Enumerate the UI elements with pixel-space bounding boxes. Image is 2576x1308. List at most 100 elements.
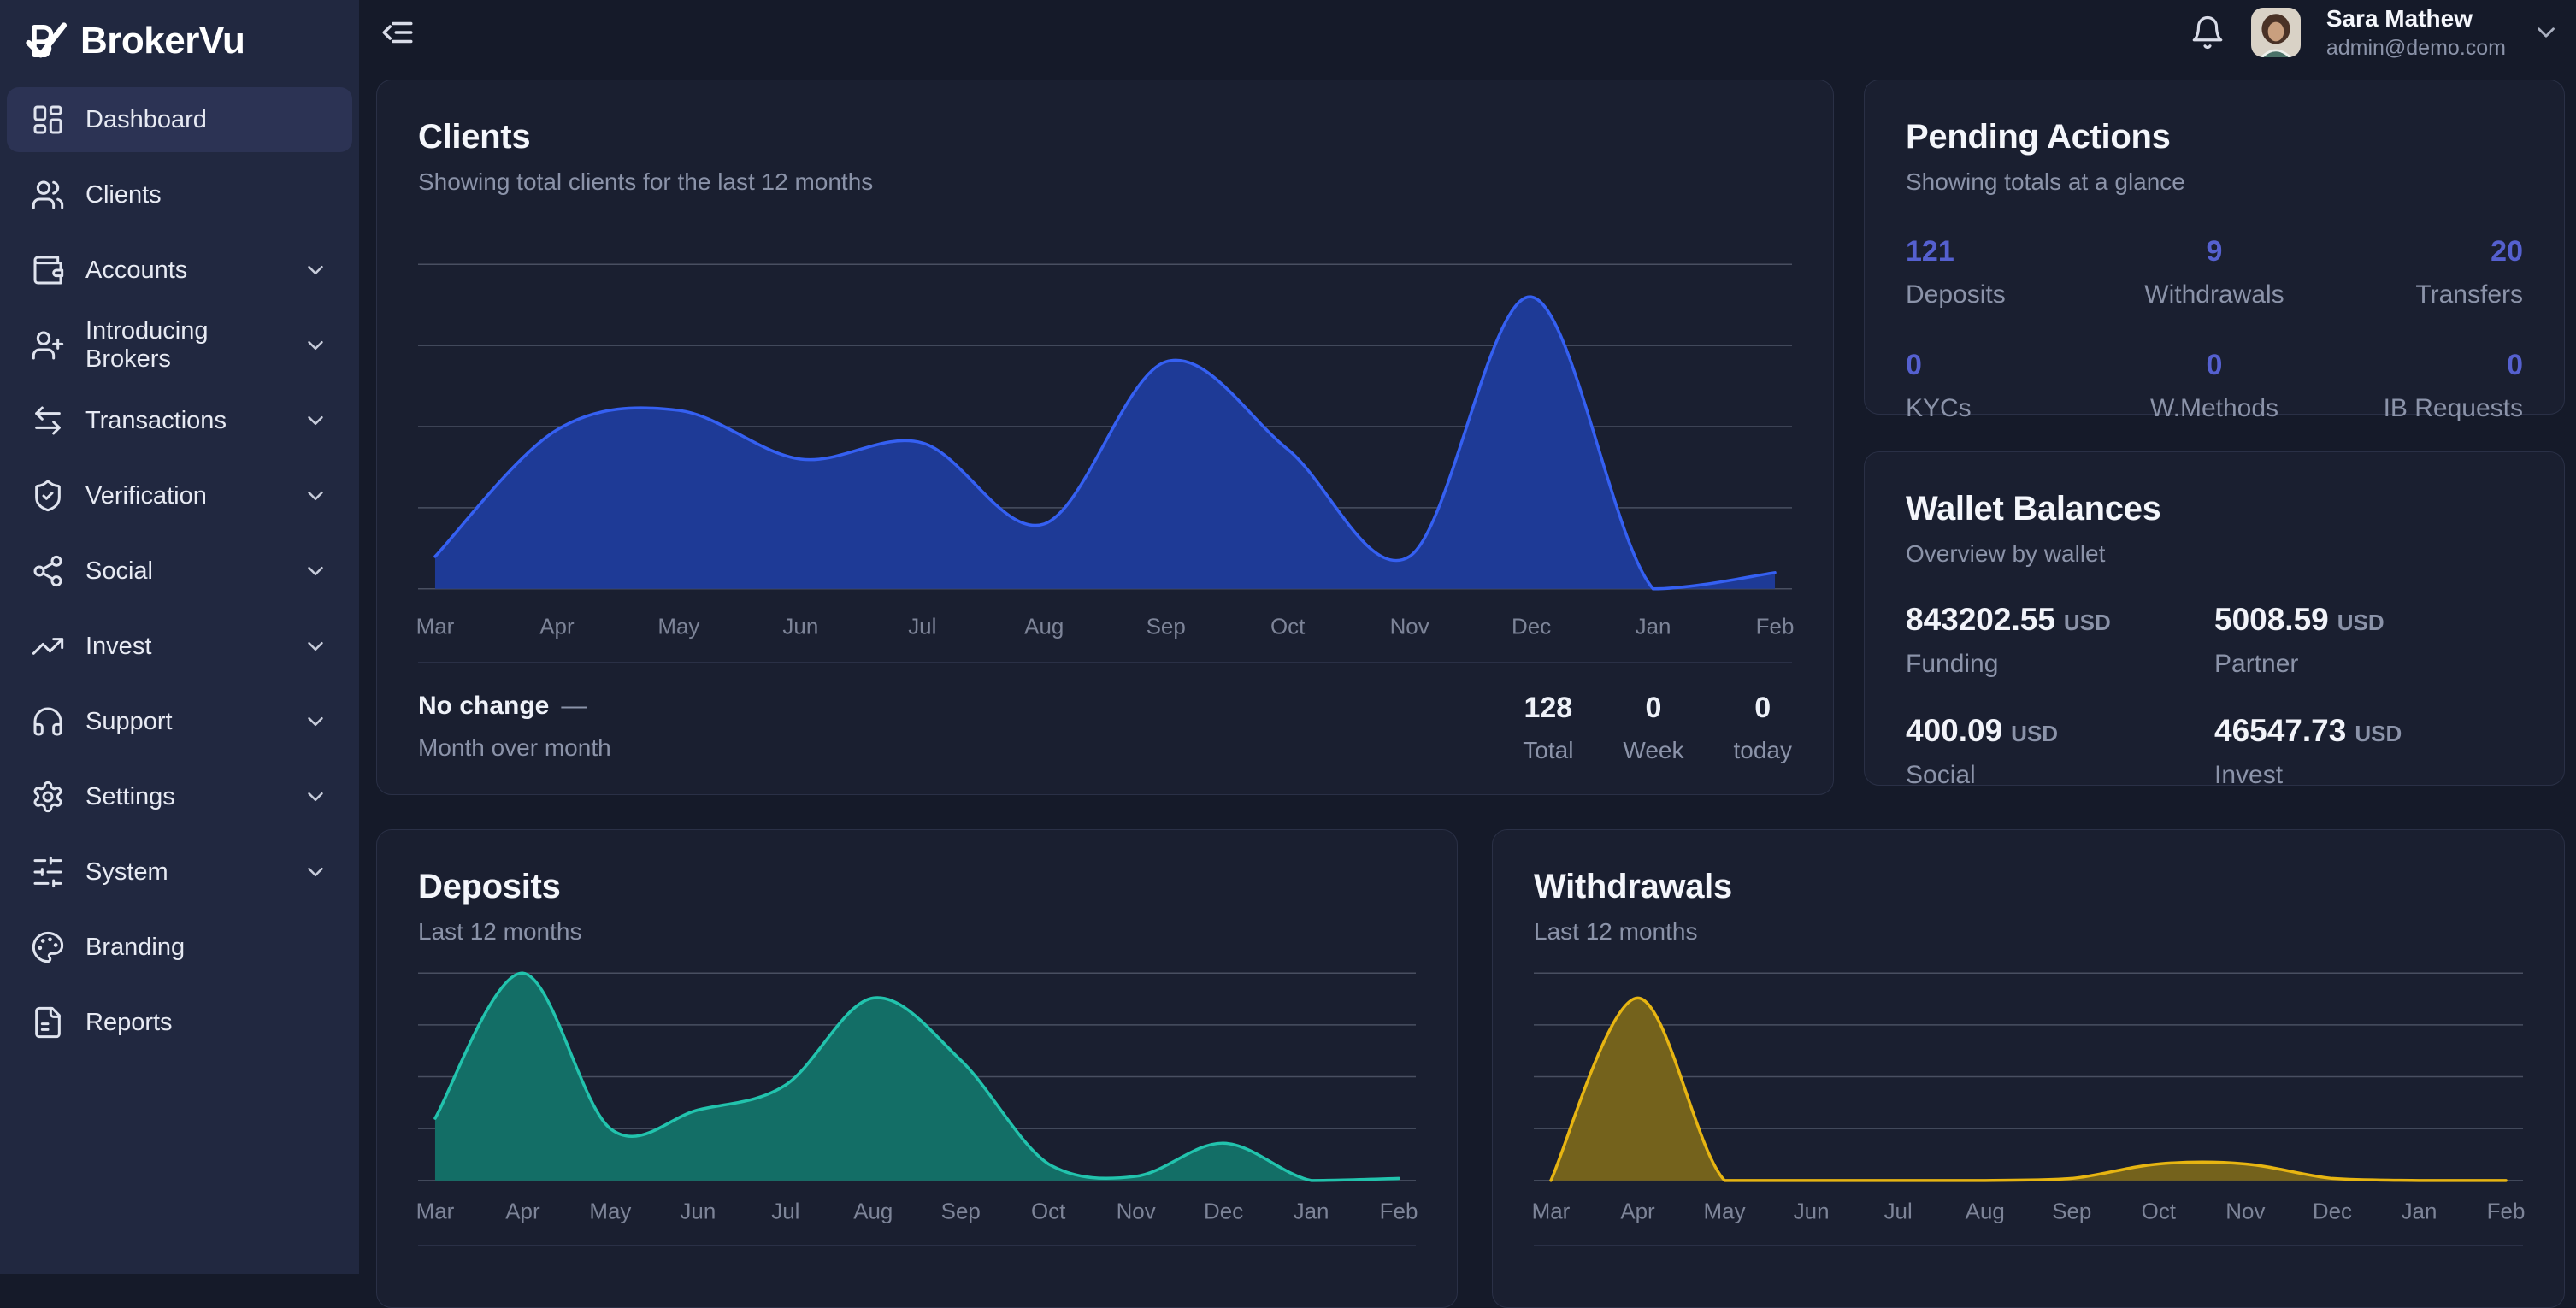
wallet-balances-card: Wallet Balances Overview by wallet 84320… bbox=[1864, 451, 2565, 786]
collapse-sidebar-icon bbox=[380, 15, 416, 50]
sidebar-item-transactions[interactable]: Transactions bbox=[7, 388, 352, 453]
sidebar-item-accounts[interactable]: Accounts bbox=[7, 238, 352, 303]
svg-text:May: May bbox=[657, 614, 699, 639]
sidebar-item-label: Settings bbox=[85, 783, 175, 811]
sidebar-item-label: Support bbox=[85, 708, 173, 736]
svg-text:Sep: Sep bbox=[2052, 1200, 2091, 1224]
sidebar-item-social[interactable]: Social bbox=[7, 539, 352, 604]
svg-text:Mar: Mar bbox=[1532, 1200, 1571, 1224]
users-icon bbox=[31, 178, 65, 212]
sidebar-item-support[interactable]: Support bbox=[7, 689, 352, 754]
sidebar-item-branding[interactable]: Branding bbox=[7, 915, 352, 980]
clients-change-label: No change— bbox=[418, 692, 611, 721]
svg-text:Jan: Jan bbox=[2402, 1200, 2437, 1224]
svg-text:Mar: Mar bbox=[416, 1200, 455, 1224]
pending-actions-card: Pending Actions Showing totals at a glan… bbox=[1864, 80, 2565, 415]
sidebar-item-label: System bbox=[85, 858, 168, 887]
bell-icon bbox=[2190, 15, 2225, 50]
clients-change-caption: Month over month bbox=[418, 734, 611, 762]
deposits-card-subtitle: Last 12 months bbox=[418, 918, 1416, 946]
sidebar-item-system[interactable]: System bbox=[7, 840, 352, 904]
pending-actions-grid: 121 Deposits 9 Withdrawals 20 Transfers bbox=[1906, 235, 2523, 423]
clients-stat-total: 128 Total bbox=[1523, 692, 1573, 764]
deposits-area-chart: MarAprMayJunJulAugSepOctNovDecJanFeb bbox=[418, 966, 1416, 1223]
wallet-balances-title: Wallet Balances bbox=[1906, 490, 2523, 528]
svg-text:Feb: Feb bbox=[1380, 1200, 1418, 1224]
svg-text:Jan: Jan bbox=[1294, 1200, 1329, 1224]
wallet-balance-partner: 5008.59USD Partner bbox=[2214, 602, 2523, 679]
sidebar-nav: Dashboard Clients Accounts bbox=[0, 82, 359, 1060]
clients-card-footer: No change— Month over month 128 Total 0 bbox=[418, 663, 1792, 764]
chevron-down-icon bbox=[303, 633, 328, 659]
sidebar-item-verification[interactable]: Verification bbox=[7, 463, 352, 528]
clients-card: Clients Showing total clients for the la… bbox=[376, 80, 1834, 795]
sidebar-item-settings[interactable]: Settings bbox=[7, 764, 352, 829]
pending-actions-subtitle: Showing totals at a glance bbox=[1906, 168, 2523, 196]
deposits-card-title: Deposits bbox=[418, 868, 1416, 906]
svg-text:Feb: Feb bbox=[2487, 1200, 2526, 1224]
sidebar-item-reports[interactable]: Reports bbox=[7, 990, 352, 1055]
svg-text:Dec: Dec bbox=[2313, 1200, 2352, 1224]
svg-text:Jun: Jun bbox=[782, 614, 818, 639]
app-root: BrokerVu Dashboard Clients bbox=[0, 0, 2576, 1274]
sidebar-collapse-button[interactable] bbox=[380, 15, 416, 50]
wallet-icon bbox=[31, 253, 65, 287]
brand-logo[interactable]: BrokerVu bbox=[0, 0, 359, 82]
clients-card-title: Clients bbox=[418, 118, 1792, 156]
svg-text:Jul: Jul bbox=[908, 614, 936, 639]
svg-text:Sep: Sep bbox=[941, 1200, 981, 1224]
sidebar-item-dashboard[interactable]: Dashboard bbox=[7, 87, 352, 152]
chevron-down-icon[interactable] bbox=[2532, 18, 2561, 47]
svg-text:May: May bbox=[589, 1200, 631, 1224]
svg-text:Oct: Oct bbox=[1270, 614, 1306, 639]
pending-stat-ib-requests: 0 IB Requests bbox=[2317, 349, 2523, 423]
user-name: Sara Mathew bbox=[2326, 5, 2506, 32]
sidebar-item-label: Transactions bbox=[85, 407, 227, 435]
wallet-balances-subtitle: Overview by wallet bbox=[1906, 540, 2523, 568]
withdrawals-card-title: Withdrawals bbox=[1534, 868, 2523, 906]
headphones-icon bbox=[31, 704, 65, 739]
sidebar-item-clients[interactable]: Clients bbox=[7, 162, 352, 227]
sliders-icon bbox=[31, 855, 65, 889]
deposits-footer-divider bbox=[418, 1245, 1416, 1246]
chevron-down-icon bbox=[303, 483, 328, 509]
withdrawals-card-subtitle: Last 12 months bbox=[1534, 918, 2523, 946]
sidebar-item-introducing-brokers[interactable]: Introducing Brokers bbox=[7, 313, 352, 378]
main-area: Sara Mathew admin@demo.com Clients Showi… bbox=[359, 0, 2576, 1274]
sidebar-item-label: Branding bbox=[85, 934, 185, 962]
notifications-button[interactable] bbox=[2190, 15, 2225, 50]
sidebar-item-label: Invest bbox=[85, 633, 151, 661]
svg-text:Aug: Aug bbox=[1966, 1200, 2005, 1224]
brand-name: BrokerVu bbox=[80, 20, 245, 62]
pending-stat-deposits: 121 Deposits bbox=[1906, 235, 2112, 309]
svg-text:Jun: Jun bbox=[1794, 1200, 1830, 1224]
avatar[interactable] bbox=[2251, 8, 2301, 57]
chevron-down-icon bbox=[303, 408, 328, 433]
clients-area-chart: MarAprMayJunJulAugSepOctNovDecJanFeb bbox=[418, 257, 1792, 638]
svg-text:Jul: Jul bbox=[771, 1200, 799, 1224]
pending-stat-kycs: 0 KYCs bbox=[1906, 349, 2112, 423]
sidebar-item-invest[interactable]: Invest bbox=[7, 614, 352, 679]
shield-check-icon bbox=[31, 479, 65, 513]
user-menu[interactable]: Sara Mathew admin@demo.com bbox=[2326, 5, 2506, 61]
svg-text:Sep: Sep bbox=[1147, 614, 1186, 639]
clients-footer-stats: 128 Total 0 Week 0 today bbox=[1523, 692, 1792, 764]
svg-text:Apr: Apr bbox=[505, 1200, 540, 1224]
svg-text:Apr: Apr bbox=[1620, 1200, 1655, 1224]
svg-text:Apr: Apr bbox=[539, 614, 575, 639]
wallet-grid: 843202.55USD Funding 5008.59USD Partner … bbox=[1906, 602, 2523, 790]
pending-stat-withdrawals: 9 Withdrawals bbox=[2112, 235, 2318, 309]
chevron-down-icon bbox=[303, 257, 328, 283]
svg-text:Feb: Feb bbox=[1756, 614, 1795, 639]
svg-text:Jul: Jul bbox=[1884, 1200, 1913, 1224]
pending-actions-title: Pending Actions bbox=[1906, 118, 2523, 156]
chevron-down-icon bbox=[303, 558, 328, 584]
chevron-down-icon bbox=[303, 333, 328, 358]
svg-text:Dec: Dec bbox=[1512, 614, 1551, 639]
no-change-dash: — bbox=[561, 692, 587, 720]
trending-up-icon bbox=[31, 629, 65, 663]
svg-text:Mar: Mar bbox=[416, 614, 455, 639]
svg-text:Oct: Oct bbox=[2142, 1200, 2177, 1224]
palette-icon bbox=[31, 930, 65, 964]
chevron-down-icon bbox=[303, 859, 328, 885]
